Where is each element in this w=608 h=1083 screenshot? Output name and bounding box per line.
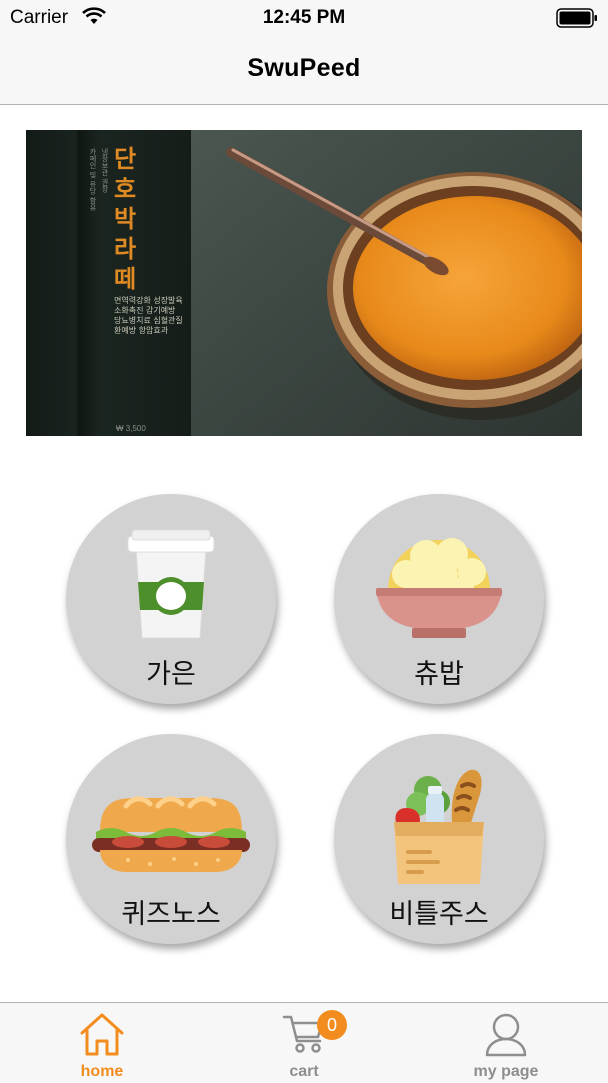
banner-side-text: 냉장보관 권장 <box>101 148 109 193</box>
banner-description: 면역력강화 성장발육 소화촉진 감기예방 당뇨병치료 심혈관질환예방 항암효과 <box>114 296 183 335</box>
menu-item-beetle-juice[interactable]: 비틀주스 <box>334 734 544 944</box>
menu-label: 퀴즈노스 <box>121 899 221 930</box>
banner-title: 단호박라떼 <box>114 145 137 293</box>
soup-bowl-image <box>191 130 582 436</box>
status-bar: Carrier 12:45 PM <box>0 0 608 36</box>
menu-item-quiznos[interactable]: 퀴즈노스 <box>66 734 276 944</box>
menu-item-chubap[interactable]: 츄밥 <box>334 494 544 704</box>
menu-item-gaeun[interactable]: 가은 <box>66 494 276 704</box>
tab-cart[interactable]: 0 cart <box>224 1003 384 1083</box>
menu-label: 츄밥 <box>414 659 464 690</box>
home-icon <box>80 1013 124 1056</box>
page-title: SwuPeed <box>247 54 361 82</box>
battery-icon <box>556 8 597 28</box>
menu-label: 가은 <box>146 659 196 690</box>
tab-bar: home 0 cart my page <box>0 1002 608 1083</box>
navigation-bar: SwuPeed <box>0 36 608 105</box>
menu-label: 비틀주스 <box>389 899 489 930</box>
banner-price: ₩ 3,500 <box>116 424 146 433</box>
tab-label: my page <box>473 1063 539 1080</box>
tab-label: cart <box>289 1063 319 1080</box>
promo-banner[interactable]: 카페인 및 유당 함유 냉장보관 권장 단호박라떼 면역력강화 성장발육 소화촉… <box>26 130 582 436</box>
cart-badge: 0 <box>317 1010 347 1040</box>
tab-home[interactable]: home <box>22 1003 182 1083</box>
tab-label: home <box>80 1063 124 1080</box>
clock: 12:45 PM <box>262 7 346 28</box>
tab-my-page[interactable]: my page <box>426 1003 586 1083</box>
banner-side-text: 카페인 및 유당 함유 <box>89 148 97 211</box>
person-icon <box>485 1013 527 1057</box>
